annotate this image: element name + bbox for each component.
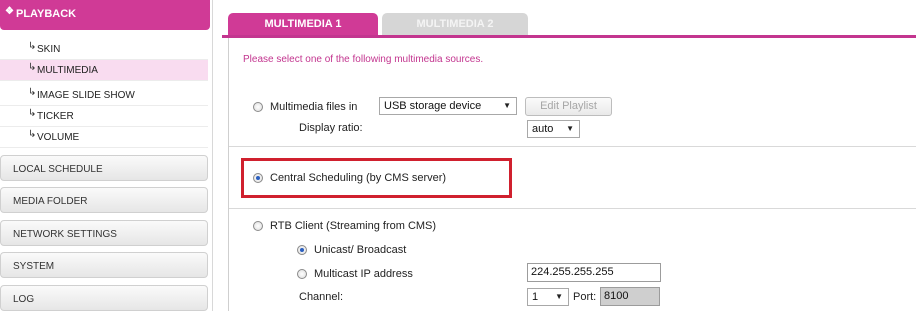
divider xyxy=(229,146,916,147)
tree-expand-icon: ❖ xyxy=(5,6,14,17)
multicast-ip-input[interactable]: 224.255.255.255 xyxy=(527,263,661,282)
channel-select-value: 1 xyxy=(532,291,539,303)
sidebar-header-label: PLAYBACK xyxy=(16,8,77,20)
dropdown-arrow-icon: ▼ xyxy=(503,101,511,110)
divider xyxy=(229,208,916,209)
sub-arrow-icon: ↳ xyxy=(28,62,37,73)
sub-arrow-icon: ↳ xyxy=(28,87,37,98)
sidebar-item-skin[interactable]: ↳ SKIN xyxy=(0,39,208,60)
tab-bar: MULTIMEDIA 1 MULTIMEDIA 2 xyxy=(222,13,916,38)
sidebar-section-label: SYSTEM xyxy=(13,261,55,272)
rtb-client-radio[interactable] xyxy=(253,221,263,231)
port-label: Port: xyxy=(573,291,597,303)
sidebar-item-ticker[interactable]: ↳ TICKER xyxy=(0,106,208,127)
sidebar-item-label: TICKER xyxy=(37,111,74,122)
tab-multimedia-1[interactable]: MULTIMEDIA 1 xyxy=(228,13,378,35)
sidebar-section-network-settings[interactable]: NETWORK SETTINGS xyxy=(0,220,208,246)
sidebar-section-log[interactable]: LOG xyxy=(0,285,208,311)
sidebar-section-system[interactable]: SYSTEM xyxy=(0,252,208,278)
dropdown-arrow-icon: ▼ xyxy=(555,292,563,301)
multimedia-files-label: Multimedia files in xyxy=(270,101,358,113)
multimedia-files-radio[interactable] xyxy=(253,102,263,112)
sidebar-section-label: LOG xyxy=(13,294,35,305)
sidebar-header-playback[interactable]: ❖ PLAYBACK xyxy=(0,0,210,30)
sidebar-section-label: NETWORK SETTINGS xyxy=(13,229,117,240)
instruction-text: Please select one of the following multi… xyxy=(243,54,484,65)
highlight-box xyxy=(241,158,512,198)
sidebar-section-label: MEDIA FOLDER xyxy=(13,196,88,207)
sidebar-item-multimedia[interactable]: ↳ MULTIMEDIA xyxy=(0,60,208,81)
tab-multimedia-2[interactable]: MULTIMEDIA 2 xyxy=(382,13,528,35)
display-ratio-value: auto xyxy=(532,123,554,135)
sidebar-item-label: IMAGE SLIDE SHOW xyxy=(37,90,135,101)
sidebar-section-label: LOCAL SCHEDULE xyxy=(13,164,103,175)
sidebar: ❖ PLAYBACK ↳ SKIN ↳ MULTIMEDIA ↳ IMAGE S… xyxy=(0,0,213,311)
sidebar-item-label: MULTIMEDIA xyxy=(37,65,98,76)
sidebar-section-local-schedule[interactable]: LOCAL SCHEDULE xyxy=(0,155,208,181)
unicast-label: Unicast/ Broadcast xyxy=(314,244,407,256)
source-select[interactable]: USB storage device ▼ xyxy=(379,97,517,115)
rtb-client-label: RTB Client (Streaming from CMS) xyxy=(270,220,437,232)
source-select-value: USB storage device xyxy=(384,100,482,112)
channel-select[interactable]: 1 ▼ xyxy=(527,288,569,306)
multicast-radio[interactable] xyxy=(297,269,307,279)
sub-arrow-icon: ↳ xyxy=(28,41,37,52)
sidebar-item-volume[interactable]: ↳ VOLUME xyxy=(0,127,208,148)
display-ratio-label: Display ratio: xyxy=(299,122,363,134)
dropdown-arrow-icon: ▼ xyxy=(566,124,574,133)
port-input[interactable]: 8100 xyxy=(600,287,660,306)
display-ratio-select[interactable]: auto ▼ xyxy=(527,120,580,138)
unicast-radio[interactable] xyxy=(297,245,307,255)
sidebar-item-image-slide-show[interactable]: ↳ IMAGE SLIDE SHOW xyxy=(0,85,208,106)
sub-arrow-icon: ↳ xyxy=(28,129,37,140)
sidebar-item-label: VOLUME xyxy=(37,132,80,143)
multicast-label: Multicast IP address xyxy=(314,268,413,280)
sub-arrow-icon: ↳ xyxy=(28,108,37,119)
sidebar-section-media-folder[interactable]: MEDIA FOLDER xyxy=(0,187,208,213)
channel-label: Channel: xyxy=(299,291,344,303)
edit-playlist-button[interactable]: Edit Playlist xyxy=(525,97,612,116)
sidebar-item-label: SKIN xyxy=(37,44,61,55)
